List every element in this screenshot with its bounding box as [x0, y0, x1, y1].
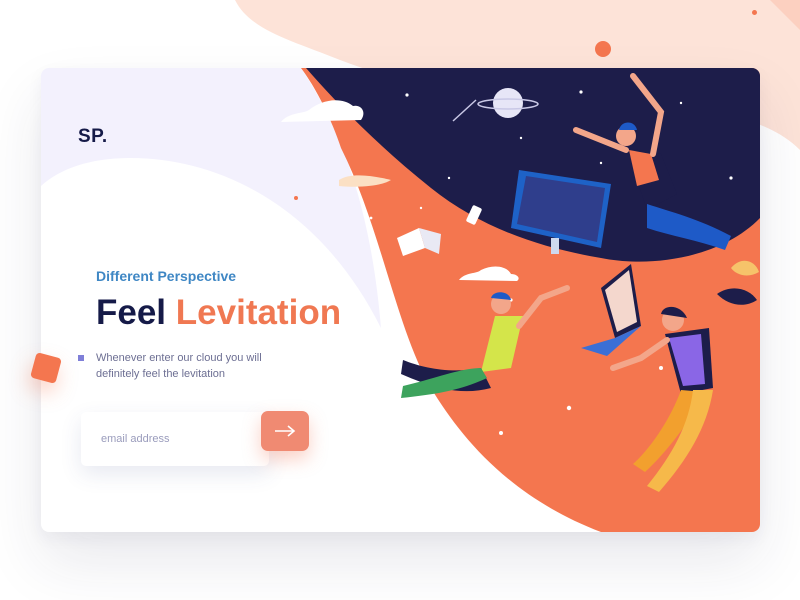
email-input[interactable] [81, 412, 269, 466]
headline-accent: Levitation [175, 293, 342, 332]
headline-primary: Feel [96, 293, 167, 332]
arrow-right-icon [275, 425, 296, 437]
decor-dot [595, 41, 611, 57]
hero-subtitle: Different Perspective [96, 268, 237, 284]
hero-headline: Feel Levitation [96, 293, 341, 333]
hero-card: SP. Different Perspective Feel Levitatio… [41, 68, 760, 532]
submit-button[interactable] [261, 411, 309, 451]
hero-description: Whenever enter our cloud you will defini… [96, 352, 262, 380]
decor-dot [752, 10, 757, 15]
brand-logo[interactable]: SP. [78, 126, 108, 148]
bullet-marker [78, 355, 84, 361]
